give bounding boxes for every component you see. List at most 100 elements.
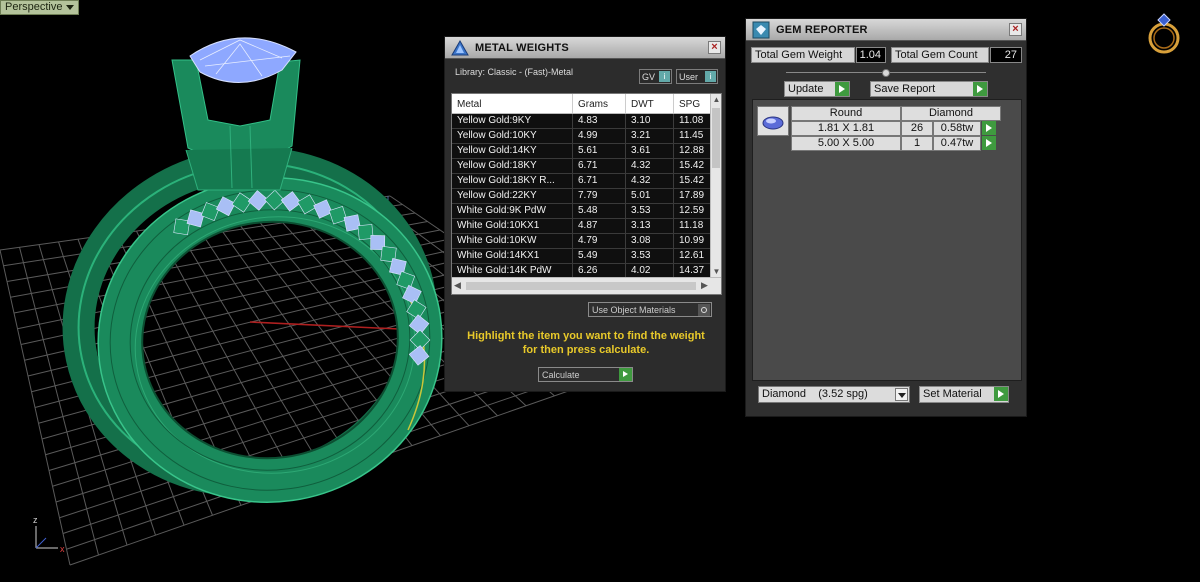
table-row[interactable]: White Gold:10KX1 4.87 3.13 11.18 <box>452 219 721 234</box>
library-label: Library: Classic - (Fast)-Metal <box>455 67 574 77</box>
metal-grams-cell: 7.79 <box>573 189 626 203</box>
table-row[interactable]: Yellow Gold:18KY 6.71 4.32 15.42 <box>452 159 721 174</box>
axis-x-label: x <box>60 544 65 554</box>
calculate-button[interactable]: Calculate <box>538 367 633 382</box>
slider-handle[interactable] <box>882 69 890 77</box>
total-gem-count-label: Total Gem Count <box>891 47 989 63</box>
table-row[interactable]: Yellow Gold:18KY R... 6.71 4.32 15.42 <box>452 174 721 189</box>
gem-size-cell: 1.81 X 1.81 <box>791 121 901 136</box>
metal-metal-cell: Yellow Gold:18KY R... <box>452 174 573 188</box>
metal-dwt-cell: 3.13 <box>626 219 674 233</box>
close-icon[interactable]: × <box>1009 23 1022 36</box>
metal-dwt-cell: 3.10 <box>626 114 674 128</box>
metal-grams-cell: 5.49 <box>573 249 626 263</box>
col-header-metal[interactable]: Metal <box>452 94 573 113</box>
metal-grams-cell: 4.87 <box>573 219 626 233</box>
gem-size-cell: 5.00 X 5.00 <box>791 136 901 151</box>
viewport-view-label: Perspective <box>5 1 63 13</box>
metal-weights-panel: METAL WEIGHTS × Library: Classic - (Fast… <box>444 36 726 392</box>
total-gem-weight-label: Total Gem Weight <box>751 47 855 63</box>
metal-dwt-cell: 3.53 <box>626 204 674 218</box>
scroll-left-icon[interactable]: ◀ <box>452 280 463 292</box>
instruction-line-2: for then press calculate. <box>522 344 650 356</box>
table-row[interactable]: White Gold:14KX1 5.49 3.53 12.61 <box>452 249 721 264</box>
play-icon <box>994 387 1008 401</box>
metal-grams-cell: 4.79 <box>573 234 626 248</box>
info-icon: i <box>705 71 716 82</box>
metal-metal-cell: Yellow Gold:14KY <box>452 144 573 158</box>
metal-metal-cell: White Gold:14K PdW <box>452 264 573 278</box>
play-icon <box>973 82 987 96</box>
metal-spg-cell: 12.59 <box>674 204 714 218</box>
gem-material-header: Diamond <box>901 106 1001 121</box>
metal-metal-cell: Yellow Gold:10KY <box>452 129 573 143</box>
table-row[interactable]: White Gold:10KW 4.79 3.08 10.99 <box>452 234 721 249</box>
metal-metal-cell: White Gold:10KX1 <box>452 219 573 233</box>
info-icon: i <box>659 71 670 82</box>
metal-dwt-cell: 3.21 <box>626 129 674 143</box>
use-object-materials-select[interactable]: Use Object Materials <box>588 302 712 317</box>
total-gem-weight-value: 1.04 <box>856 47 886 63</box>
metal-table-body: Yellow Gold:9KY 4.83 3.10 11.08 Yellow Gold:… <box>452 114 721 279</box>
play-icon[interactable] <box>982 136 996 150</box>
table-row[interactable]: White Gold:9K PdW 5.48 3.53 12.59 <box>452 204 721 219</box>
metal-spg-cell: 15.42 <box>674 174 714 188</box>
set-material-button[interactable]: Set Material <box>919 386 1009 403</box>
material-select[interactable]: Diamond (3.52 spg) <box>758 386 910 403</box>
metal-grams-cell: 4.99 <box>573 129 626 143</box>
table-row[interactable]: Yellow Gold:10KY 4.99 3.21 11.45 <box>452 129 721 144</box>
col-header-spg[interactable]: SPG <box>674 94 714 113</box>
update-label: Update <box>788 83 824 95</box>
metal-metal-cell: White Gold:14KX1 <box>452 249 573 263</box>
ring-logo-icon[interactable] <box>1144 8 1184 56</box>
table-row[interactable]: Yellow Gold:9KY 4.83 3.10 11.08 <box>452 114 721 129</box>
scroll-thumb[interactable] <box>712 108 720 168</box>
vertical-scrollbar[interactable]: ▲ ▼ <box>710 94 721 277</box>
save-report-button[interactable]: Save Report <box>870 81 988 97</box>
play-icon <box>835 82 849 96</box>
metal-spg-cell: 12.88 <box>674 144 714 158</box>
update-button[interactable]: Update <box>784 81 850 97</box>
metal-grams-cell: 6.71 <box>573 159 626 173</box>
gv-label: GV <box>642 71 656 82</box>
metal-weights-titlebar[interactable]: METAL WEIGHTS × <box>445 37 725 59</box>
table-row[interactable]: Yellow Gold:14KY 5.61 3.61 12.88 <box>452 144 721 159</box>
metal-spg-cell: 14.37 <box>674 264 714 278</box>
gem-weight-cell: 0.58tw <box>933 121 981 136</box>
metal-dwt-cell: 3.53 <box>626 249 674 263</box>
axis-z-label: z <box>33 515 38 525</box>
close-icon[interactable]: × <box>708 41 721 54</box>
gem-count-cell: 1 <box>901 136 933 151</box>
gem-count-cell: 26 <box>901 121 933 136</box>
gem-list-area[interactable]: Round Diamond 1.81 X 1.81 26 0.58tw 5.00… <box>752 99 1022 381</box>
play-icon[interactable] <box>982 121 996 135</box>
scroll-up-icon[interactable]: ▲ <box>711 94 721 105</box>
table-row[interactable]: Yellow Gold:22KY 7.79 5.01 17.89 <box>452 189 721 204</box>
calculate-label: Calculate <box>542 369 580 380</box>
metal-spg-cell: 11.18 <box>674 219 714 233</box>
scroll-thumb[interactable] <box>466 282 696 290</box>
user-selector[interactable]: User i <box>676 69 718 84</box>
metal-metal-cell: White Gold:9K PdW <box>452 204 573 218</box>
gem-shape-header: Round <box>791 106 901 121</box>
chevron-down-icon <box>895 388 908 401</box>
scroll-right-icon[interactable]: ▶ <box>699 280 710 292</box>
gem-reporter-icon <box>750 20 772 40</box>
metal-spg-cell: 10.99 <box>674 234 714 248</box>
col-header-dwt[interactable]: DWT <box>626 94 674 113</box>
metal-dwt-cell: 3.61 <box>626 144 674 158</box>
viewport-view-selector[interactable]: Perspective <box>0 0 80 15</box>
metal-table[interactable]: Metal Grams DWT SPG Yellow Gold:9KY 4.83 3… <box>451 93 722 295</box>
metal-spg-cell: 15.42 <box>674 159 714 173</box>
horizontal-scrollbar[interactable]: ◀ ▶ <box>452 277 721 294</box>
gem-reporter-titlebar[interactable]: GEM REPORTER × <box>746 19 1026 41</box>
round-gem-icon[interactable] <box>757 106 789 136</box>
scroll-down-icon[interactable]: ▼ <box>711 266 721 277</box>
instruction-text: Highlight the item you want to find the … <box>455 329 717 357</box>
gv-selector[interactable]: GV i <box>639 69 672 84</box>
metal-metal-cell: Yellow Gold:22KY <box>452 189 573 203</box>
chevron-down-icon <box>66 5 75 10</box>
metal-metal-cell: White Gold:10KW <box>452 234 573 248</box>
col-header-grams[interactable]: Grams <box>573 94 626 113</box>
metal-metal-cell: Yellow Gold:18KY <box>452 159 573 173</box>
